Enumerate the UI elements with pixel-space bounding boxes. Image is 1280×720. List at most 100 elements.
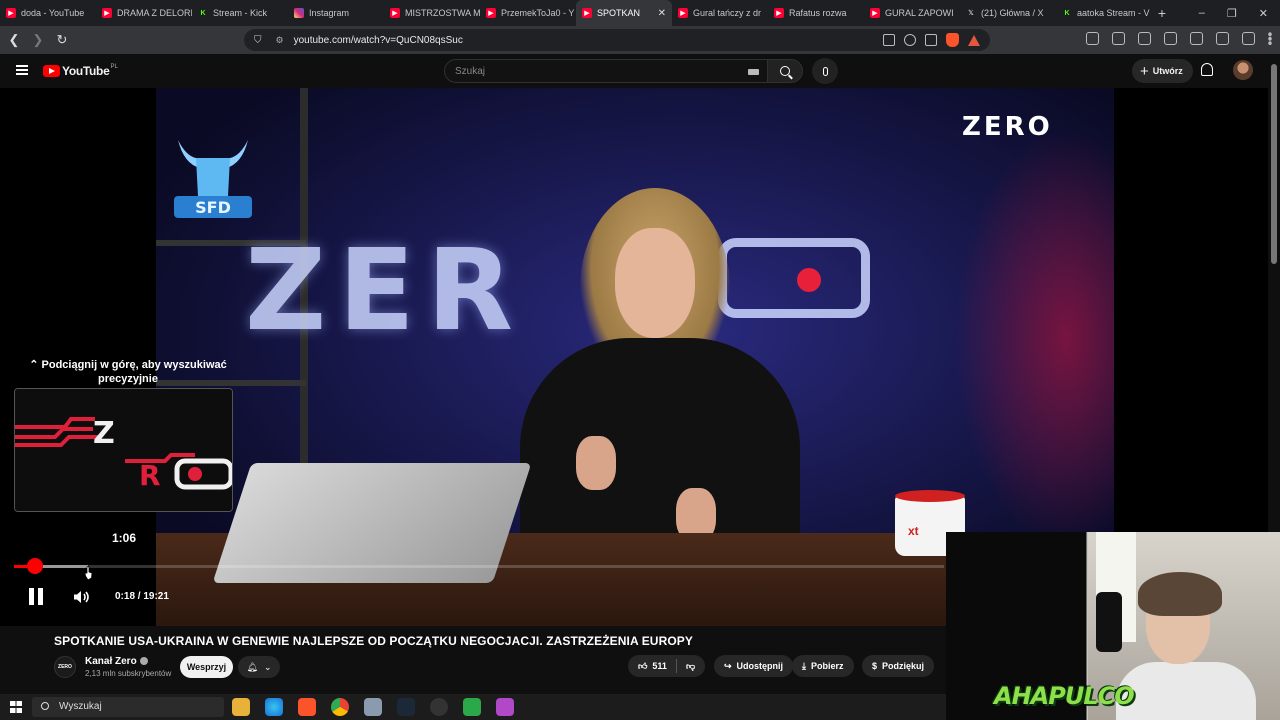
- new-tab-button[interactable]: +: [1152, 5, 1172, 21]
- browser-tab-label: doda - YouTube: [21, 8, 85, 18]
- sidebar-icon[interactable]: [1164, 32, 1177, 45]
- restore-icon[interactable]: ❐: [1227, 7, 1237, 20]
- windows-start-icon[interactable]: [10, 701, 22, 713]
- steam-icon[interactable]: [397, 698, 415, 716]
- subscriber-count: 2,13 mln subskrybentów: [85, 669, 172, 678]
- app-icon[interactable]: [364, 698, 382, 716]
- address-bar[interactable]: ⛉ ⚙ youtube.com/watch?v=QuCN08qsSuc: [244, 29, 990, 51]
- create-label: Utwórz: [1152, 66, 1183, 76]
- bell-icon: 🔔︎: [246, 661, 258, 672]
- vpn-icon[interactable]: [1242, 32, 1255, 45]
- chrome-icon[interactable]: [331, 698, 349, 716]
- browser-tab[interactable]: ▶ doda - YouTube: [0, 0, 96, 26]
- browser-tab[interactable]: 𝕏 (21) Główna / X: [960, 0, 1056, 26]
- media-player-icon[interactable]: [463, 698, 481, 716]
- leo-ai-icon[interactable]: [1216, 32, 1229, 45]
- webcam-microphone: [1096, 592, 1122, 652]
- channel-name-text[interactable]: Kanał Zero: [85, 656, 137, 667]
- like-count[interactable]: 511: [652, 661, 667, 671]
- presenter-hand: [576, 436, 616, 490]
- country-code: PL: [110, 64, 118, 70]
- obs-icon[interactable]: [430, 698, 448, 716]
- browser-toolbar: ❮ ❯ ↻ ⛉ ⚙ youtube.com/watch?v=QuCN08qsSu…: [0, 26, 1280, 54]
- progress-bar[interactable]: [14, 565, 944, 568]
- zoom-icon[interactable]: [904, 34, 916, 46]
- guide-menu-icon[interactable]: [16, 65, 28, 75]
- channel-avatar[interactable]: ZERO: [54, 656, 76, 678]
- channel-watermark[interactable]: ZERO: [962, 112, 1053, 142]
- forward-icon[interactable]: ❯: [28, 32, 48, 48]
- pause-icon[interactable]: [28, 588, 44, 605]
- browser-tab[interactable]: ▶ DRAMA Z DELORI: [96, 0, 192, 26]
- reload-icon[interactable]: ↻: [52, 32, 72, 48]
- youtube-icon: ▶: [390, 8, 400, 18]
- notifications-bell-icon[interactable]: [1201, 63, 1213, 76]
- browser-tab[interactable]: ▶ SPOTKAN ✕: [576, 0, 672, 26]
- taskbar-search[interactable]: Wyszukaj: [32, 697, 224, 717]
- wallet-icon[interactable]: [1190, 32, 1203, 45]
- edge-icon[interactable]: [265, 698, 283, 716]
- bookmark-icon[interactable]: ⛉: [254, 35, 262, 46]
- screenshot-icon[interactable]: [1112, 32, 1125, 45]
- x-icon: 𝕏: [968, 10, 974, 17]
- browser-tab[interactable]: Instagram: [288, 0, 384, 26]
- browser-tab-label: DRAMA Z DELORI: [117, 8, 192, 18]
- thanks-button[interactable]: $ Podziękuj: [862, 655, 935, 677]
- microphone-icon: [822, 66, 828, 76]
- share-page-icon[interactable]: [925, 34, 937, 46]
- youtube-icon: ▶: [678, 8, 688, 18]
- seek-preview-image: Z R: [15, 389, 232, 511]
- browser-tab[interactable]: ▶ Rafatus rozwa: [768, 0, 864, 26]
- brave-shields-icon[interactable]: [946, 33, 959, 47]
- scrollbar-thumb[interactable]: [1271, 64, 1277, 264]
- url-text[interactable]: youtube.com/watch?v=QuCN08qsSuc: [294, 35, 463, 46]
- app-icon-2[interactable]: [496, 698, 514, 716]
- youtube-icon: ▶: [582, 8, 592, 18]
- create-button[interactable]: + Utwórz: [1132, 59, 1193, 83]
- subscription-bell-button[interactable]: 🔔︎ ⌄: [238, 656, 280, 678]
- minimize-icon[interactable]: –: [1199, 7, 1205, 20]
- volume-icon[interactable]: [73, 590, 91, 604]
- file-explorer-icon[interactable]: [232, 698, 250, 716]
- brave-rewards-icon[interactable]: [968, 34, 980, 46]
- chevron-down-icon: ⌄: [263, 661, 272, 672]
- browser-tab-label: PrzemekToJa0 - Y: [501, 8, 575, 18]
- support-button[interactable]: Wesprzyj: [180, 656, 233, 678]
- browser-tab[interactable]: ▶ Gural tańczy z dr: [672, 0, 768, 26]
- thumbs-up-icon[interactable]: 👍︎: [638, 661, 647, 672]
- browser-tab-label: Stream - Kick: [213, 8, 268, 18]
- taskbar-apps: [232, 698, 514, 716]
- extensions-icon[interactable]: [1086, 32, 1099, 45]
- menu-icon[interactable]: [1268, 32, 1272, 45]
- close-window-icon[interactable]: ✕: [1259, 7, 1268, 20]
- close-tab-icon[interactable]: ✕: [658, 8, 666, 19]
- account-avatar[interactable]: [1233, 60, 1253, 80]
- search-input[interactable]: Szukaj: [444, 59, 768, 83]
- browser-tab-label: Rafatus rozwa: [789, 8, 847, 18]
- site-info-icon[interactable]: ⚙: [276, 35, 284, 46]
- voice-search-button[interactable]: [812, 58, 838, 84]
- browser-tab[interactable]: Kaatoka Stream - V: [1056, 0, 1152, 26]
- keyboard-icon[interactable]: [748, 69, 759, 75]
- cast-icon[interactable]: [883, 34, 895, 46]
- browser-tab[interactable]: K Stream - Kick: [192, 0, 288, 26]
- svg-text:SFD: SFD: [195, 198, 231, 217]
- share-button[interactable]: ↪ Udostępnij: [714, 655, 794, 677]
- window-controls: – ❐ ✕: [1199, 7, 1280, 20]
- video-title: SPOTKANIE USA-UKRAINA W GENEWIE NAJLEPSZ…: [54, 634, 693, 648]
- search-button[interactable]: [767, 59, 803, 83]
- download-button[interactable]: ⤓ Pobierz: [792, 655, 854, 677]
- thanks-icon: $: [872, 661, 878, 671]
- browser-tab[interactable]: ▶ GURAL ZAPOWI: [864, 0, 960, 26]
- media-icon[interactable]: [1138, 32, 1151, 45]
- browser-tab-label: GURAL ZAPOWI: [885, 8, 954, 18]
- back-icon[interactable]: ❮: [4, 32, 24, 48]
- browser-tab[interactable]: ▶ MISTRZOSTWA M: [384, 0, 480, 26]
- youtube-logo[interactable]: YouTube PL: [43, 64, 118, 78]
- browser-tab-label: aatoka Stream - V: [1077, 8, 1150, 18]
- channel-name[interactable]: Kanał Zero: [85, 656, 148, 667]
- browser-tab[interactable]: ▶ PrzemekToJa0 - Y: [480, 0, 576, 26]
- thumbs-down-icon[interactable]: 👎︎: [686, 661, 695, 672]
- brave-icon[interactable]: [298, 698, 316, 716]
- scrubber-handle[interactable]: [26, 558, 43, 574]
